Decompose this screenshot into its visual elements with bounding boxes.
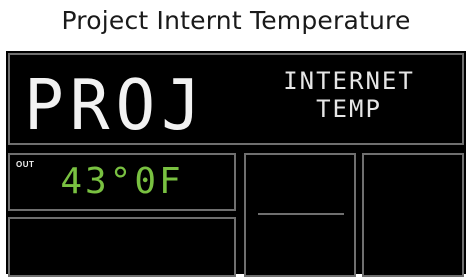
outdoor-temp-cell: OUT 43°0F [8, 153, 236, 211]
lcd-display: PROJ INTERNET TEMP OUT 43°0F [6, 51, 466, 277]
right-cell [362, 153, 464, 277]
divider-line [258, 213, 344, 215]
page-title: Project Internt Temperature [61, 6, 411, 35]
lower-left-cell [8, 217, 236, 277]
header-line-1: INTERNET [283, 67, 415, 95]
middle-cell [244, 153, 356, 277]
outdoor-temperature: 43°0F [60, 161, 184, 202]
header-cell: PROJ INTERNET TEMP [8, 53, 464, 146]
header-line-2: TEMP [316, 95, 382, 123]
project-label: PROJ [24, 65, 207, 146]
